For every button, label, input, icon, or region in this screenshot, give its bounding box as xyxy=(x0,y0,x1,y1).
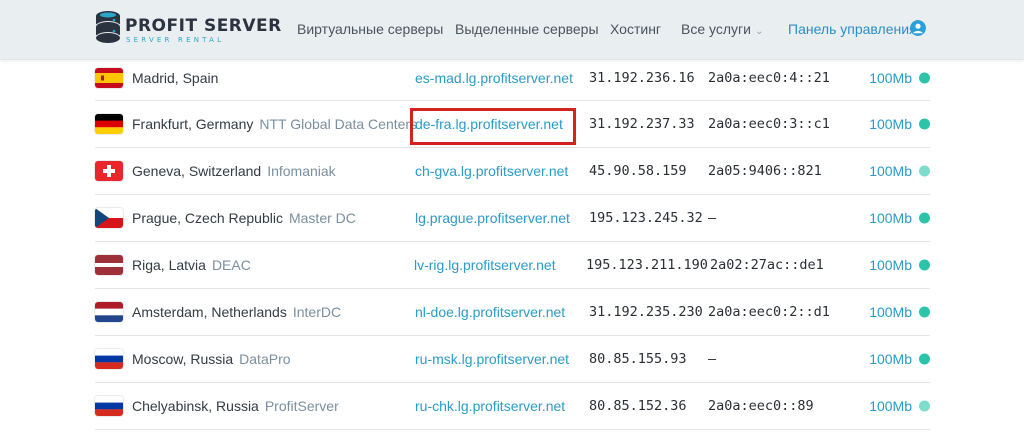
city-label: Chelyabinsk, Russia xyxy=(132,398,259,414)
status-dot xyxy=(919,72,930,84)
speed-label: 100Mb xyxy=(869,116,912,132)
russia-flag-icon xyxy=(95,349,123,369)
ipv4-address: 45.90.58.159 xyxy=(589,163,687,179)
russia-flag-icon xyxy=(95,396,123,416)
netherlands-flag-icon xyxy=(95,302,123,322)
ipv6-address: 2a05:9406::821 xyxy=(708,163,822,179)
ipv4-address: 31.192.236.16 xyxy=(589,70,695,86)
speed-label: 100Mb xyxy=(869,210,912,226)
logo-subtitle: SERVER RENTAL xyxy=(126,36,225,44)
status-dot xyxy=(919,212,930,224)
table-row: Riga, Latvia DEAC lv-rig.lg.profitserver.… xyxy=(95,242,930,289)
czech-flag-icon xyxy=(95,208,123,228)
city-label: Geneva, Switzerland xyxy=(132,163,262,179)
ipv6-address: 2a0a:eec0::89 xyxy=(708,398,814,414)
user-icon[interactable] xyxy=(910,20,926,36)
logo-title: PROFIT SERVER xyxy=(125,16,282,36)
ipv4-address: 31.192.235.230 xyxy=(589,304,703,320)
ipv6-address: 2a0a:eec0:2::d1 xyxy=(708,304,830,320)
location-name: Madrid, Spain xyxy=(132,70,218,86)
nav-all-services-label: Все услуги xyxy=(681,21,751,37)
speed-label: 100Mb xyxy=(869,163,912,179)
table-row: Moscow, Russia DataPro ru-msk.lg.profitse… xyxy=(95,336,930,383)
host-link[interactable]: ru-msk.lg.profitserver.net xyxy=(415,351,569,367)
provider-label: DEAC xyxy=(211,257,251,273)
ipv4-address: 195.123.211.190 xyxy=(586,257,708,273)
city-label: Prague, Czech Republic xyxy=(132,210,283,226)
status-dot xyxy=(919,118,930,130)
ipv4-address: 80.85.152.36 xyxy=(589,398,687,414)
speed-label: 100Mb xyxy=(869,257,912,273)
speed-label: 100Mb xyxy=(869,398,912,414)
city-label: Amsterdam, Netherlands xyxy=(132,304,287,320)
city-label: Frankfurt, Germany xyxy=(132,116,254,132)
location-name: Amsterdam, Netherlands InterDC xyxy=(132,304,341,320)
host-link[interactable]: es-mad.lg.profitserver.net xyxy=(415,70,573,86)
speed-label: 100Mb xyxy=(869,304,912,320)
germany-flag-icon xyxy=(95,114,123,134)
location-name: Prague, Czech Republic Master DC xyxy=(132,210,356,226)
host-link[interactable]: lg.prague.profitserver.net xyxy=(415,210,570,226)
ipv6-address: 2a0a:eec0:4::21 xyxy=(708,70,830,86)
status-dot xyxy=(919,353,930,365)
provider-label: InterDC xyxy=(292,304,342,320)
location-name: Moscow, Russia DataPro xyxy=(132,351,291,367)
control-panel-link[interactable]: Панель управления xyxy=(788,21,917,37)
table-row: Geneva, Switzerland Infomaniak ch-gva.lg.… xyxy=(95,148,930,195)
ipv6-address: – xyxy=(708,210,717,226)
status-dot xyxy=(919,400,930,412)
nav-hosting[interactable]: Хостинг xyxy=(610,21,661,37)
ipv6-address: 2a0a:eec0:3::c1 xyxy=(708,116,830,132)
server-stack-icon xyxy=(96,11,120,43)
host-link[interactable]: lv-rig.lg.profitserver.net xyxy=(414,257,556,273)
provider-label: Master DC xyxy=(288,210,356,226)
host-link[interactable]: ch-gva.lg.profitserver.net xyxy=(415,163,568,179)
nav-all-services[interactable]: Все услуги ⌄ xyxy=(681,21,763,37)
provider-label: DataPro xyxy=(239,351,291,367)
location-name: Chelyabinsk, Russia ProfitServer xyxy=(132,398,339,414)
latvia-flag-icon xyxy=(95,255,123,275)
nav-dedicated-servers[interactable]: Выделенные серверы xyxy=(455,21,599,37)
chevron-down-icon: ⌄ xyxy=(754,26,764,37)
city-label: Moscow, Russia xyxy=(132,351,234,367)
ipv4-address: 31.192.237.33 xyxy=(589,116,695,132)
site-header: PROFIT SERVER SERVER RENTAL Виртуальные … xyxy=(0,0,1024,60)
speed-label: 100Mb xyxy=(869,70,912,86)
location-name: Riga, Latvia DEAC xyxy=(132,257,251,273)
ipv4-address: 80.85.155.93 xyxy=(589,351,687,367)
location-name: Geneva, Switzerland Infomaniak xyxy=(132,163,336,179)
status-dot xyxy=(919,165,930,177)
nav-virtual-servers[interactable]: Виртуальные серверы xyxy=(297,21,443,37)
table-row: Madrid, Spain es-mad.lg.profitserver.net… xyxy=(95,56,930,101)
table-row: Chelyabinsk, Russia ProfitServer ru-chk.l… xyxy=(95,383,930,430)
table-row: Prague, Czech Republic Master DC lg.pragu… xyxy=(95,195,930,242)
status-dot xyxy=(919,259,930,271)
host-link[interactable]: nl-doe.lg.profitserver.net xyxy=(415,304,565,320)
table-row: Amsterdam, Netherlands InterDC nl-doe.lg.… xyxy=(95,289,930,336)
ipv4-address: 195.123.245.32 xyxy=(589,210,703,226)
location-name: Frankfurt, Germany NTT Global Data Center… xyxy=(132,116,417,132)
provider-label: Infomaniak xyxy=(267,163,336,179)
host-link[interactable]: ru-chk.lg.profitserver.net xyxy=(415,398,565,414)
switzerland-flag-icon xyxy=(95,161,123,181)
looking-glass-table: Madrid, Spain es-mad.lg.profitserver.net… xyxy=(95,56,930,430)
table-row: Frankfurt, Germany NTT Global Data Center… xyxy=(95,101,930,148)
status-dot xyxy=(919,306,930,318)
ipv6-address: – xyxy=(708,351,717,367)
ipv6-address: 2a02:27ac::de1 xyxy=(710,257,824,273)
city-label: Riga, Latvia xyxy=(132,257,206,273)
host-link[interactable]: de-fra.lg.profitserver.net xyxy=(415,116,563,132)
provider-label: NTT Global Data Centers xyxy=(259,116,418,132)
provider-label: ProfitServer xyxy=(264,398,339,414)
spain-flag-icon xyxy=(95,68,123,88)
city-label: Madrid, Spain xyxy=(132,70,219,86)
speed-label: 100Mb xyxy=(869,351,912,367)
